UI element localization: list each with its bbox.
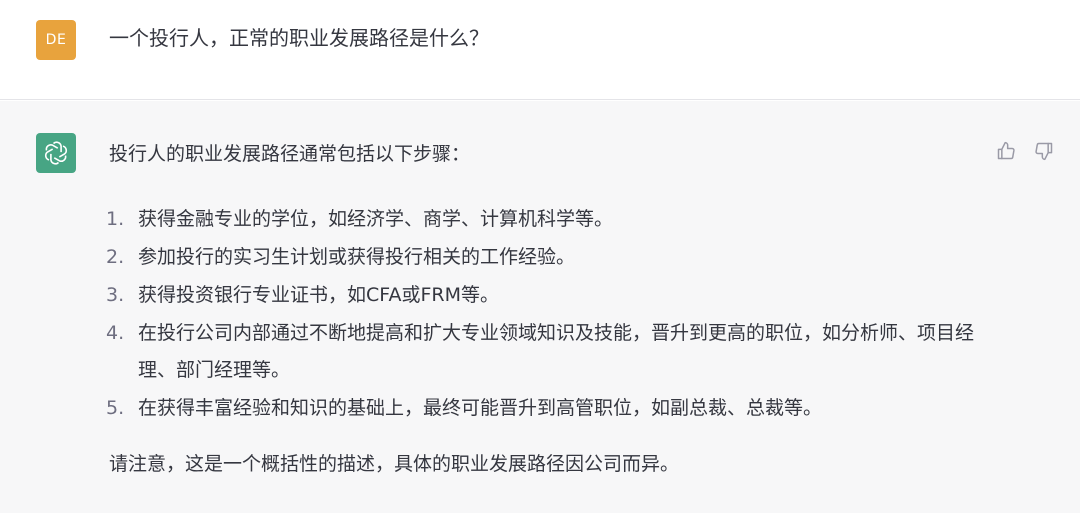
list-item-number: 3. [106,284,125,306]
user-message-row: DE 一个投行人，正常的职业发展路径是什么？ [0,0,1080,100]
openai-logo-icon [45,141,67,165]
list-item-text: 获得投资银行专业证书，如CFA或FRM等。 [138,284,499,306]
list-item-number: 4. [106,322,125,344]
assistant-note: 请注意，这是一个概括性的描述，具体的职业发展路径因公司而异。 [109,453,680,475]
list-item: 1. 获得金融专业的学位，如经济学、商学、计算机科学等。 [106,201,989,238]
list-item-number: 1. [106,208,125,230]
assistant-intro: 投行人的职业发展路径通常包括以下步骤： [109,143,471,165]
assistant-message-row: 投行人的职业发展路径通常包括以下步骤： 1. 获得金融专业的学位，如经济学、商学… [0,101,1080,513]
user-avatar: DE [36,20,76,60]
list-item: 2. 参加投行的实习生计划或获得投行相关的工作经验。 [106,239,989,276]
list-item: 4. 在投行公司内部通过不断地提高和扩大专业领域知识及技能，晋升到更高的职位，如… [106,315,989,389]
steps-list: 1. 获得金融专业的学位，如经济学、商学、计算机科学等。 2. 参加投行的实习生… [106,201,989,427]
thumbs-up-icon [997,141,1015,160]
list-item-text: 在获得丰富经验和知识的基础上，最终可能晋升到高管职位，如副总裁、总裁等。 [138,397,823,419]
thumbs-down-icon [1035,142,1053,161]
assistant-avatar [36,133,76,173]
list-item: 3. 获得投资银行专业证书，如CFA或FRM等。 [106,277,989,314]
list-item: 5. 在获得丰富经验和知识的基础上，最终可能晋升到高管职位，如副总裁、总裁等。 [106,390,989,427]
list-item-number: 2. [106,246,125,268]
list-item-text: 获得金融专业的学位，如经济学、商学、计算机科学等。 [138,208,614,230]
list-item-number: 5. [106,397,125,419]
list-item-text: 在投行公司内部通过不断地提高和扩大专业领域知识及技能，晋升到更高的职位，如分析师… [138,322,975,381]
list-item-text: 参加投行的实习生计划或获得投行相关的工作经验。 [138,246,576,268]
assistant-message-content: 投行人的职业发展路径通常包括以下步骤： 1. 获得金融专业的学位，如经济学、商学… [106,139,989,479]
thumbs-up-button[interactable] [994,139,1018,163]
user-message-text: 一个投行人，正常的职业发展路径是什么？ [109,26,489,50]
thumbs-down-button[interactable] [1032,139,1056,163]
